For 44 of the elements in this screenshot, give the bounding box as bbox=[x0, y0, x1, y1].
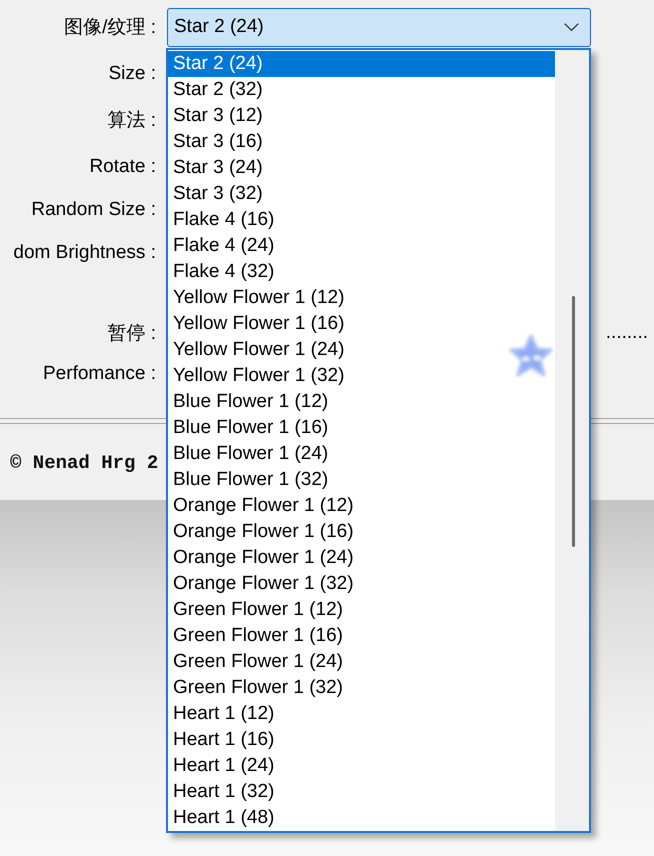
dropdown-option[interactable]: Orange Flower 1 (12) bbox=[168, 492, 555, 518]
dropdown-option[interactable]: Heart 1 (12) bbox=[168, 700, 555, 726]
dropdown-option[interactable]: Heart 1 (24) bbox=[168, 752, 555, 778]
dropdown-option[interactable]: Star 2 (24) bbox=[168, 50, 555, 76]
dropdown-option[interactable]: Star 3 (12) bbox=[168, 102, 555, 128]
dropdown-option[interactable]: Orange Flower 1 (16) bbox=[168, 518, 555, 544]
dropdown-option[interactable]: Star 3 (32) bbox=[168, 180, 555, 206]
dropdown-option[interactable]: Yellow Flower 1 (12) bbox=[168, 284, 555, 310]
dropdown-option[interactable]: Green Flower 1 (32) bbox=[168, 674, 555, 700]
dropdown-option[interactable]: Star 3 (24) bbox=[168, 154, 555, 180]
field-label: Rotate : bbox=[88, 156, 157, 178]
field-label: 图像/纹理 : bbox=[63, 16, 157, 40]
dropdown-option[interactable]: Flake 4 (24) bbox=[168, 232, 555, 258]
field-label: dom Brightness : bbox=[12, 242, 157, 264]
scrollbar-thumb[interactable] bbox=[572, 296, 575, 546]
dropdown-option[interactable]: Orange Flower 1 (24) bbox=[168, 544, 555, 570]
texture-dropdown[interactable]: Star 2 (24) bbox=[167, 8, 591, 46]
dropdown-option[interactable]: Green Flower 1 (16) bbox=[168, 622, 555, 648]
field-label: Random Size : bbox=[30, 199, 157, 221]
dropdown-option[interactable]: Heart 1 (16) bbox=[168, 726, 555, 752]
dropdown-option[interactable]: Blue Flower 1 (12) bbox=[168, 388, 555, 414]
chevron-down-icon[interactable] bbox=[564, 23, 579, 31]
dropdown-option[interactable]: Heart 1 (48) bbox=[168, 804, 555, 830]
field-label: 算法 : bbox=[106, 109, 157, 133]
dropdown-option[interactable]: Blue Flower 1 (24) bbox=[168, 440, 555, 466]
dropdown-option[interactable]: Flake 4 (32) bbox=[168, 258, 555, 284]
dropdown-option[interactable]: Heart 1 (32) bbox=[168, 778, 555, 804]
scrollbar-track[interactable] bbox=[555, 50, 589, 830]
dropdown-option[interactable]: Green Flower 1 (12) bbox=[168, 596, 555, 622]
dropdown-option[interactable]: Yellow Flower 1 (32) bbox=[168, 362, 555, 388]
dropdown-option[interactable]: Blue Flower 1 (32) bbox=[168, 466, 555, 492]
dots-text: ........ bbox=[606, 322, 648, 344]
dropdown-option[interactable]: Flake 4 (16) bbox=[168, 206, 555, 232]
dropdown-option[interactable]: Star 3 (16) bbox=[168, 128, 555, 154]
copyright-text: © Nenad Hrg 2 bbox=[9, 451, 158, 475]
dropdown-option[interactable]: Green Flower 1 (24) bbox=[168, 648, 555, 674]
field-label: Perfomance : bbox=[42, 363, 157, 385]
dropdown-option[interactable]: Blue Flower 1 (16) bbox=[168, 414, 555, 440]
field-label: Size : bbox=[107, 63, 157, 85]
dropdown-option[interactable]: Star 2 (32) bbox=[168, 76, 555, 102]
dropdown-option[interactable]: Yellow Flower 1 (24) bbox=[168, 336, 555, 362]
field-label: 暂停 : bbox=[106, 322, 157, 346]
dropdown-option[interactable]: Yellow Flower 1 (16) bbox=[168, 310, 555, 336]
dropdown-option[interactable]: Orange Flower 1 (32) bbox=[168, 570, 555, 596]
